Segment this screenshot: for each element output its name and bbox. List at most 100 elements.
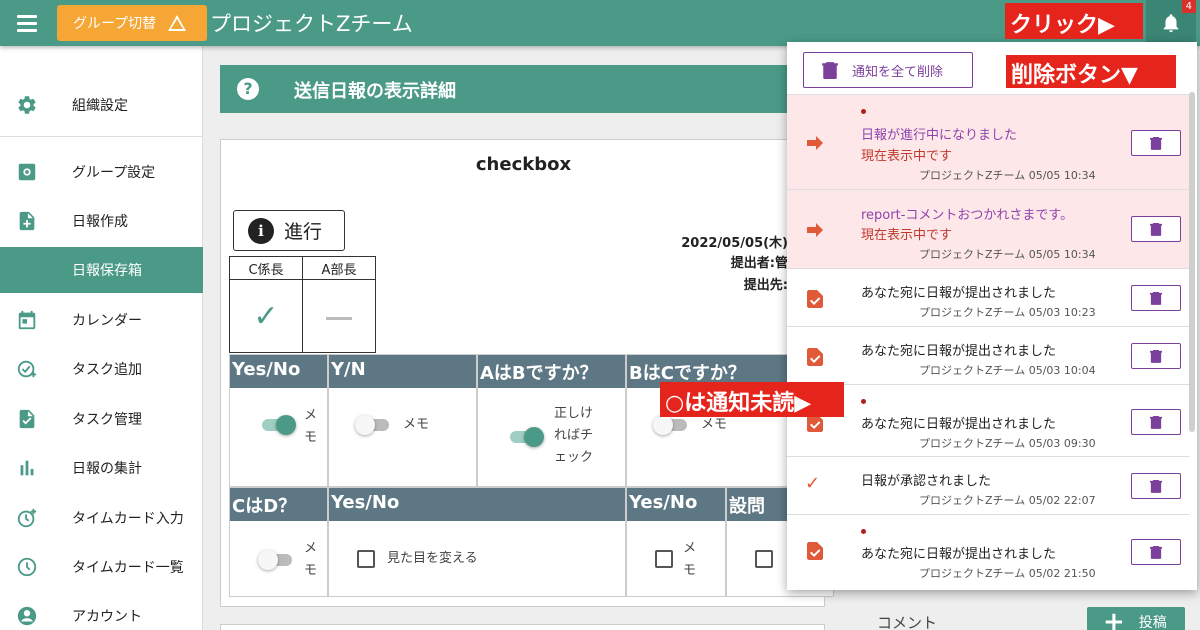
calendar-icon (18, 310, 36, 330)
check-icon: ✓ (805, 473, 821, 494)
trash-icon (1150, 416, 1162, 429)
sidebar-item-timecard-input[interactable]: タイムカード入力 (0, 495, 203, 541)
app-title: プロジェクトZチーム (210, 12, 413, 36)
status-button[interactable]: i 進行 (233, 210, 345, 251)
checkbox[interactable] (755, 550, 773, 568)
report-title: checkbox (475, 154, 572, 175)
notification-item[interactable]: ✓ 日報が承認されました プロジェクトZチーム 05/02 22:07 (787, 456, 1189, 514)
trash-icon (1150, 350, 1162, 363)
sidebar-item-label: グループ設定 (72, 165, 156, 181)
sidebar-item-group-settings[interactable]: グループ設定 (0, 149, 203, 195)
trash-icon (1150, 480, 1162, 493)
delete-notification-button[interactable] (1131, 473, 1181, 499)
notification-badge: 4 (1181, 0, 1196, 13)
sidebar: 組織設定 グループ設定 日報作成 日報保存箱 カレンダー タスク追加 タスク管理… (0, 46, 203, 630)
field-header: Y/N (329, 355, 476, 388)
toggle-switch[interactable] (262, 415, 296, 435)
delete-all-button[interactable]: 通知を全て削除 (803, 52, 973, 88)
notification-item[interactable]: report-コメントおつかれさまです。 現在表示中です プロジェクトZチーム … (787, 189, 1189, 268)
sidebar-item-task-manage[interactable]: タスク管理 (0, 396, 203, 442)
sidebar-item-report-archive[interactable]: 日報保存箱 (0, 247, 203, 293)
notification-item[interactable]: あなた宛に日報が提出されました プロジェクトZチーム 05/02 21:50 (787, 514, 1189, 590)
notification-item[interactable]: 日報が進行中になりました 現在表示中です プロジェクトZチーム 05/05 10… (787, 94, 1189, 189)
report-submitter: 提出者:管 (730, 256, 788, 271)
annotation-delete: 削除ボタン▼ (1006, 55, 1176, 88)
sidebar-item-label: カレンダー (72, 313, 142, 329)
approval-role: C係長 (229, 256, 303, 280)
menu-icon[interactable] (14, 12, 40, 34)
sidebar-item-report-summary[interactable]: 日報の集計 (0, 445, 203, 491)
sidebar-item-label: 日報保存箱 (72, 263, 142, 279)
sidebar-item-label: タイムカード入力 (72, 511, 184, 527)
notification-button[interactable]: 4 (1146, 0, 1196, 46)
delete-notification-button[interactable] (1131, 285, 1181, 311)
post-button[interactable]: + 投稿 (1087, 607, 1185, 630)
field-memo: メモ (304, 408, 318, 445)
approval-table: C係長 A部長 ✓ (229, 256, 376, 353)
group-switch-button[interactable]: グループ切替 (57, 5, 207, 41)
unread-dot (861, 529, 866, 534)
field-cell: AはBですか？ 正しければチェック (477, 354, 626, 487)
notification-item[interactable]: あなた宛に日報が提出されました プロジェクトZチーム 05/03 09:30 (787, 384, 1189, 456)
notification-meta: プロジェクトZチーム 05/05 10:34 (919, 248, 1096, 261)
notification-message: 日報が承認されました (861, 474, 992, 489)
sidebar-item-calendar[interactable]: カレンダー (0, 297, 203, 343)
notification-message: あなた宛に日報が提出されました (861, 286, 1057, 301)
field-header: AはBですか？ (478, 355, 625, 388)
sidebar-item-account[interactable]: アカウント (0, 593, 203, 630)
toggle-switch[interactable] (355, 415, 389, 435)
sidebar-item-label: 組織設定 (72, 98, 128, 114)
checkbox[interactable] (655, 550, 673, 568)
bell-icon (1163, 14, 1179, 33)
field-memo: メモ (403, 417, 430, 432)
dash-icon (326, 316, 352, 320)
sidebar-item-label: タイムカード一覧 (72, 560, 184, 576)
checkbox[interactable] (357, 550, 375, 568)
document-check-icon (807, 348, 823, 366)
unread-dot (861, 109, 866, 114)
sidebar-item-timecard-list[interactable]: タイムカード一覧 (0, 544, 203, 590)
help-icon[interactable]: ? (237, 78, 259, 100)
delete-notification-button[interactable] (1131, 216, 1181, 242)
annotation-click: クリック▶ (1005, 3, 1143, 39)
delete-notification-button[interactable] (1131, 539, 1181, 565)
sidebar-item-report-create[interactable]: 日報作成 (0, 198, 203, 244)
toggle-switch[interactable] (510, 427, 544, 447)
trash-icon (1150, 546, 1162, 559)
notification-meta: プロジェクトZチーム 05/02 21:50 (919, 567, 1096, 580)
field-memo: メモ (701, 417, 728, 432)
check-icon: ✓ (253, 298, 279, 334)
field-memo: メモ (683, 541, 697, 578)
field-header: Yes/No (329, 488, 625, 521)
notification-sub: 現在表示中です (861, 228, 953, 243)
clock-add-icon (17, 508, 37, 528)
warning-icon (168, 15, 187, 31)
trash-icon (822, 62, 838, 79)
add-document-icon (19, 211, 35, 231)
sidebar-divider (0, 136, 203, 137)
task-check-icon (19, 409, 35, 429)
annotation-unread: ○は通知未読▶ (660, 382, 844, 417)
notification-scrollbar[interactable] (1189, 92, 1195, 432)
sidebar-item-task-add[interactable]: タスク追加 (0, 346, 203, 392)
toggle-switch[interactable] (653, 415, 687, 435)
notification-message: あなた宛に日報が提出されました (861, 547, 1057, 562)
toggle-switch[interactable] (258, 550, 292, 570)
delete-notification-button[interactable] (1131, 130, 1181, 156)
delete-notification-button[interactable] (1131, 409, 1181, 435)
field-memo: 正しければチェック (554, 406, 594, 465)
field-cell: Yes/No メモ (229, 354, 328, 487)
clock-icon (17, 557, 37, 577)
field-cell: Yes/No 見た目を変える (328, 487, 626, 597)
plus-icon: + (1103, 607, 1125, 630)
report-date: 2022/05/05(木) (681, 236, 788, 251)
sidebar-item-label: 日報の集計 (72, 461, 142, 477)
notification-item[interactable]: あなた宛に日報が提出されました プロジェクトZチーム 05/03 10:23 (787, 268, 1189, 326)
notification-item[interactable]: あなた宛に日報が提出されました プロジェクトZチーム 05/03 10:04 (787, 326, 1189, 384)
info-icon: i (248, 217, 274, 244)
sidebar-item-org-settings[interactable]: 組織設定 (0, 82, 203, 128)
delete-notification-button[interactable] (1131, 343, 1181, 369)
sidebar-item-label: タスク管理 (72, 412, 142, 428)
page-title: 送信日報の表示詳細 (294, 81, 456, 102)
notification-meta: プロジェクトZチーム 05/05 10:34 (919, 169, 1096, 182)
